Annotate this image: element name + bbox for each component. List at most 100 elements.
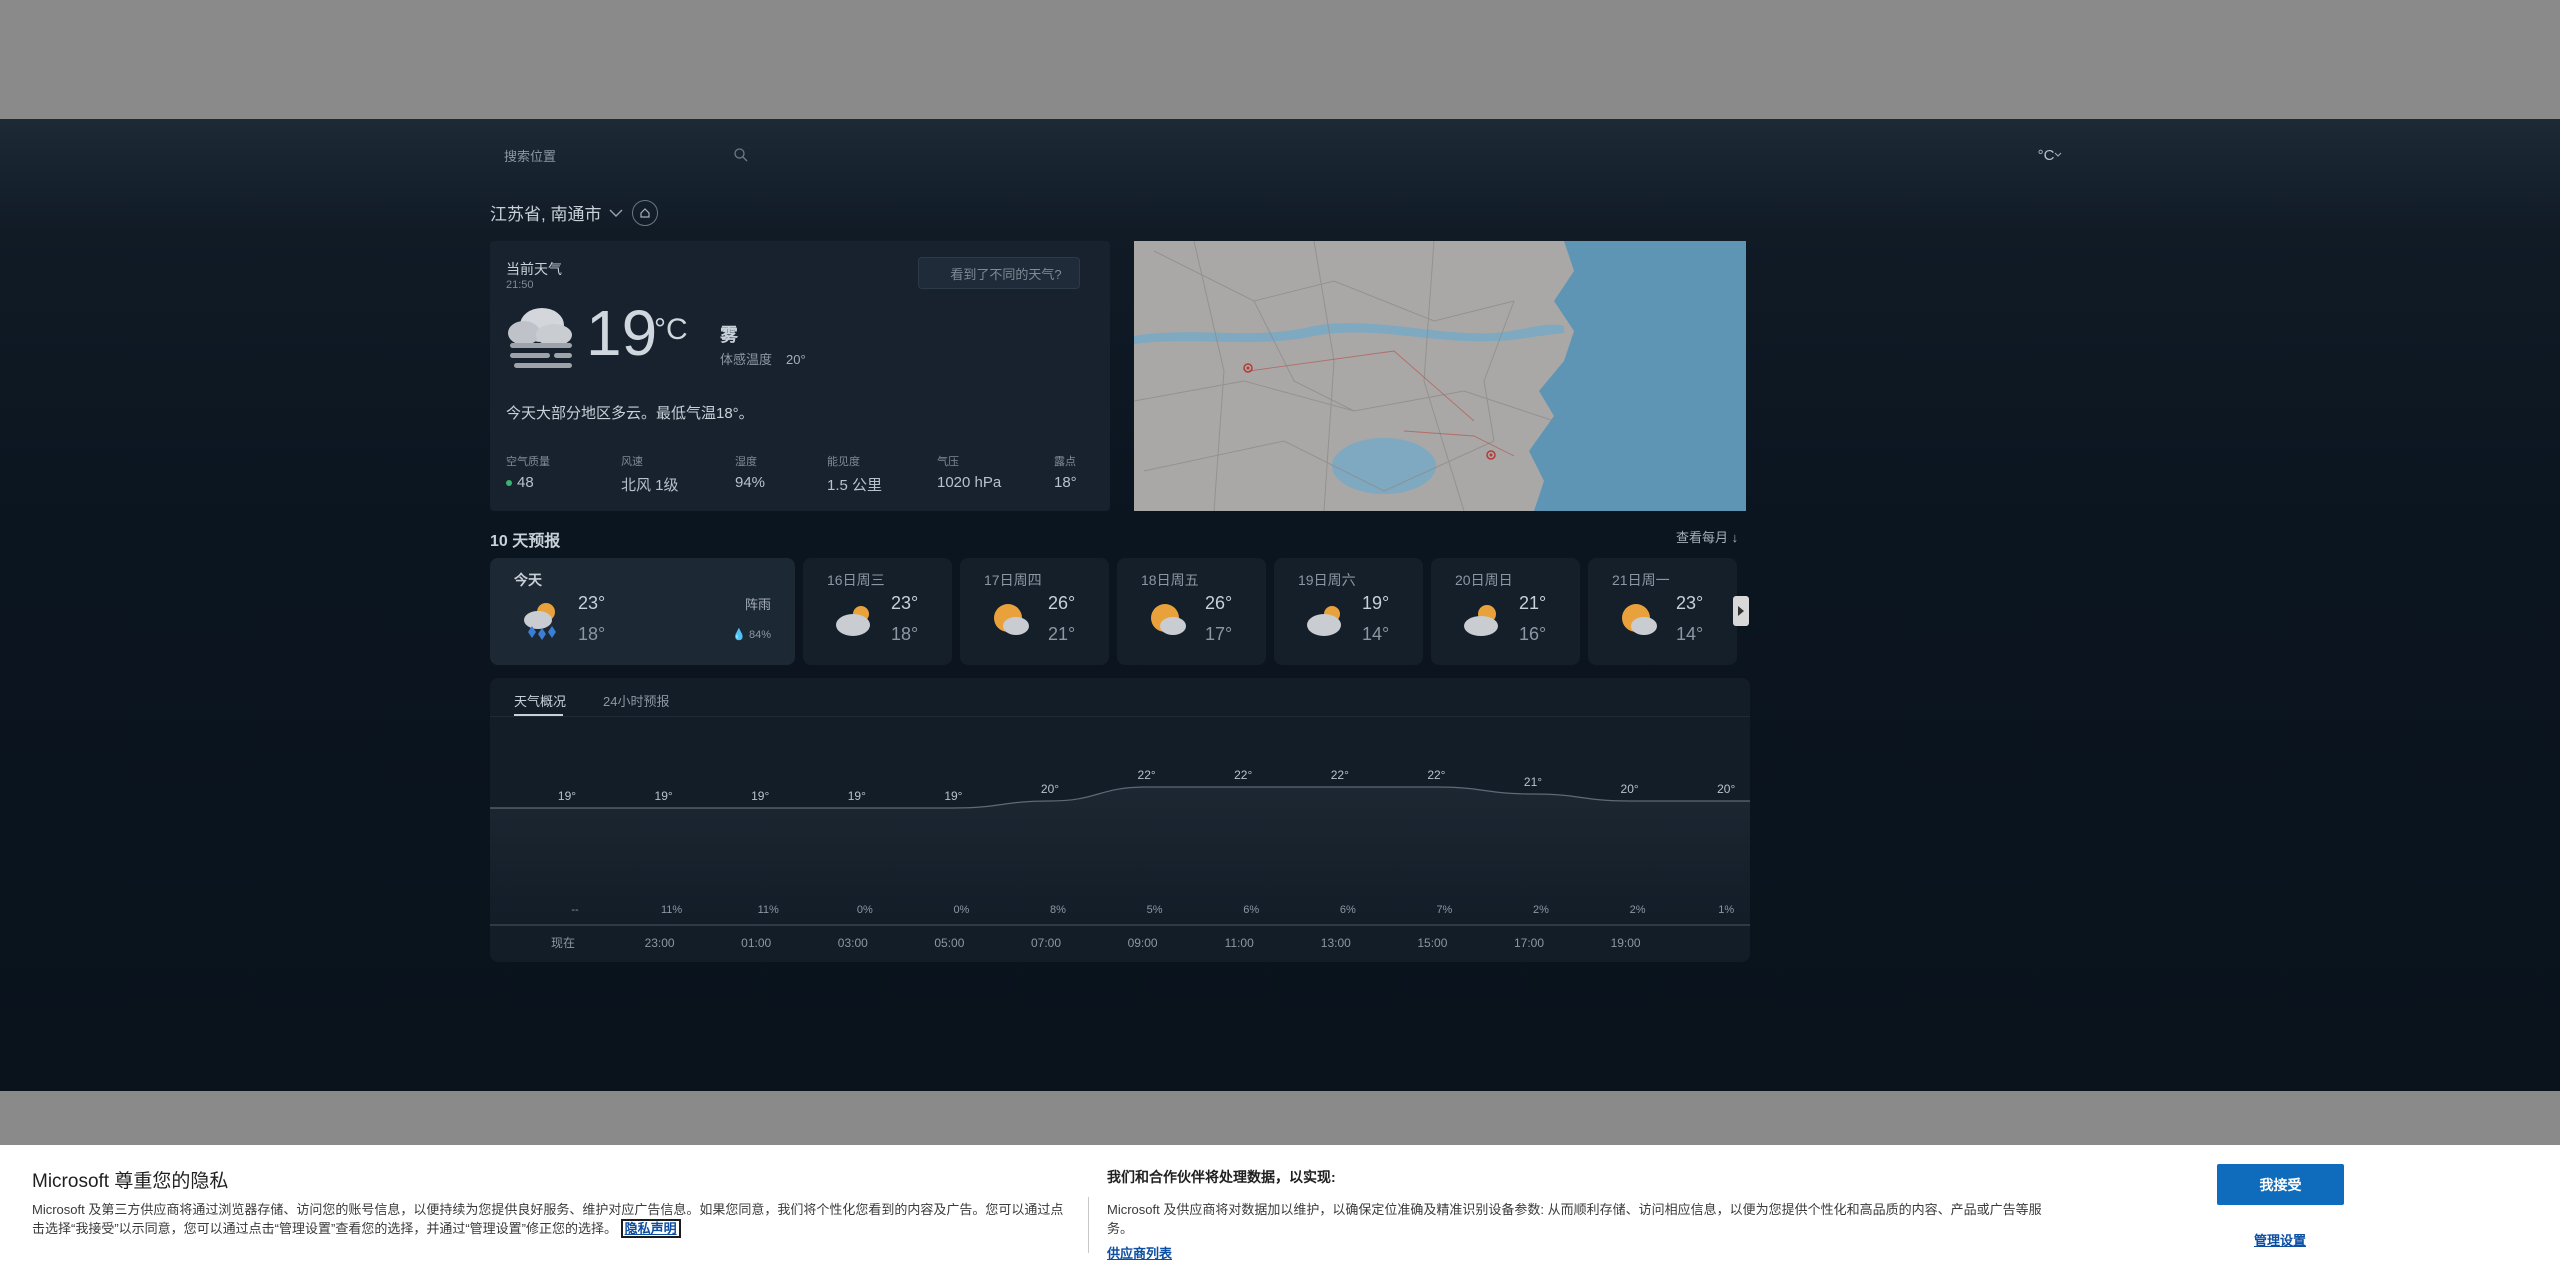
hour-label: 09:00 bbox=[1128, 936, 1158, 950]
precipitation-label: 0% bbox=[857, 904, 873, 916]
forecast-day[interactable]: 16日周三 23° 18° bbox=[803, 558, 952, 665]
day-high: 19° bbox=[1362, 593, 1390, 613]
search-input[interactable]: 搜索位置 bbox=[490, 140, 760, 170]
accept-button[interactable]: 我接受 bbox=[2217, 1164, 2344, 1205]
metric-air-quality[interactable]: 空气质量 48 bbox=[506, 453, 550, 491]
chevron-right-icon bbox=[1738, 606, 1744, 616]
temperature-label: 19° bbox=[655, 789, 673, 803]
hour-label: 13:00 bbox=[1321, 936, 1351, 950]
day-name: 18日周五 bbox=[1141, 572, 1199, 588]
precipitation-label: 2% bbox=[1533, 904, 1549, 916]
temperature-label: 19° bbox=[751, 789, 769, 803]
manage-settings-link[interactable]: 管理设置 bbox=[2254, 1230, 2306, 1249]
view-monthly-link[interactable]: 查看每月 ↓ bbox=[1676, 527, 1738, 546]
forecast-day-list: 今天 23° 18° 阵雨 💧 84% 16日周三 23° 18° 17日周四 bbox=[490, 558, 1756, 665]
privacy-statement-link[interactable]: 隐私声明 bbox=[620, 1219, 681, 1238]
feels-like: 体感温度 20° bbox=[720, 349, 806, 368]
precipitation-label: 6% bbox=[1340, 904, 1356, 916]
metric-value: 1020 hPa bbox=[937, 474, 1002, 491]
metric-value: 1.5 公里 bbox=[827, 477, 883, 494]
metric-humidity[interactable]: 湿度 94% bbox=[735, 453, 765, 491]
day-low: 14° bbox=[1362, 624, 1390, 644]
metric-label: 空气质量 bbox=[506, 456, 550, 468]
home-button[interactable] bbox=[632, 200, 658, 226]
privacy-title: Microsoft 尊重您的隐私 bbox=[32, 1171, 229, 1192]
chevron-down-icon bbox=[609, 209, 623, 217]
forecast-day[interactable]: 18日周五 26° 17° bbox=[1117, 558, 1266, 665]
metric-pressure[interactable]: 气压 1020 hPa bbox=[937, 453, 1001, 491]
day-low: 14° bbox=[1676, 624, 1704, 644]
fog-icon bbox=[508, 308, 572, 368]
current-weather-card: 当前天气 21:50 看到了不同的天气? 19 °C 雾 体感温度 20° 今天大… bbox=[490, 241, 1110, 511]
precipitation-label: 5% bbox=[1147, 904, 1163, 916]
hour-label: 23:00 bbox=[645, 936, 675, 950]
day-low: 18° bbox=[578, 624, 606, 644]
weather-map[interactable] bbox=[1134, 241, 1746, 511]
location-selector[interactable]: 江苏省, 南通市 bbox=[490, 200, 623, 225]
dimmed-top-area bbox=[0, 0, 2560, 119]
forecast-day[interactable]: 21日周一 23° 14° bbox=[1588, 558, 1737, 665]
partly-sunny-icon bbox=[994, 604, 1029, 635]
unit-selector[interactable]: °C bbox=[2030, 142, 2070, 168]
temperature-label: 22° bbox=[1427, 768, 1445, 782]
metric-label: 湿度 bbox=[735, 456, 757, 468]
day-high: 26° bbox=[1048, 593, 1076, 613]
day-condition: 阵雨 bbox=[744, 597, 771, 612]
temperature-label: 20° bbox=[1717, 782, 1735, 796]
day-name: 20日周日 bbox=[1455, 572, 1513, 588]
metric-label: 风速 bbox=[621, 456, 643, 468]
temperature-label: 19° bbox=[558, 789, 576, 803]
metric-label: 露点 bbox=[1054, 456, 1076, 468]
hour-label: 19:00 bbox=[1611, 936, 1641, 950]
temperature-area bbox=[490, 787, 1750, 918]
forecast-next-button[interactable] bbox=[1733, 596, 1749, 626]
metric-dew-point[interactable]: 露点 18° bbox=[1054, 453, 1077, 491]
data-processing-text: Microsoft 及供应商将对数据加以维护，以确保定位准确及精准识别设备参数:… bbox=[1107, 1202, 2042, 1236]
home-icon bbox=[640, 208, 650, 218]
day-name: 17日周四 bbox=[984, 572, 1042, 588]
partly-cloudy-icon bbox=[1464, 605, 1498, 636]
forecast-day[interactable]: 20日周日 21° 16° bbox=[1431, 558, 1580, 665]
current-weather-title: 当前天气 bbox=[506, 261, 562, 277]
precipitation-label: 6% bbox=[1243, 904, 1259, 916]
temperature-label: 22° bbox=[1234, 768, 1252, 782]
metric-visibility[interactable]: 能见度 1.5 公里 bbox=[827, 453, 882, 495]
forecast-day[interactable]: 19日周六 19° 14° bbox=[1274, 558, 1423, 665]
chevron-down-icon bbox=[2054, 152, 2062, 157]
precipitation-label: 1% bbox=[1718, 904, 1734, 916]
temperature-label: 22° bbox=[1331, 768, 1349, 782]
report-different-weather-button[interactable]: 看到了不同的天气? bbox=[918, 257, 1080, 289]
vendor-list-link[interactable]: 供应商列表 bbox=[1107, 1243, 1172, 1261]
search-icon[interactable] bbox=[733, 147, 749, 163]
search-placeholder: 搜索位置 bbox=[504, 148, 557, 164]
weather-metrics: 空气质量 48 风速 北风 1级 湿度 94% 能见度 1.5 公里 气压 10… bbox=[506, 453, 1078, 495]
hour-label: 01:00 bbox=[741, 936, 771, 950]
temperature-label: 19° bbox=[848, 789, 866, 803]
precipitation-label: 2% bbox=[1630, 904, 1646, 916]
day-low: 17° bbox=[1205, 624, 1233, 644]
metric-wind[interactable]: 风速 北风 1级 bbox=[621, 453, 679, 495]
precipitation-label: 11% bbox=[758, 904, 779, 916]
temperature-label: 19° bbox=[944, 789, 962, 803]
dimmed-strip bbox=[0, 1091, 2560, 1145]
day-name: 16日周三 bbox=[827, 572, 885, 588]
temperature-label: 21° bbox=[1524, 775, 1542, 789]
day-low: 18° bbox=[891, 624, 919, 644]
cloudy-icon bbox=[1307, 606, 1341, 636]
hourly-panel: 天气概况 24小时预报 19° -- 现在 19° 11% 23:00 19° 11% 01:0… bbox=[490, 678, 1750, 962]
forecast-day-today[interactable]: 今天 23° 18° 阵雨 💧 84% bbox=[490, 558, 795, 665]
privacy-text: Microsoft 及第三方供应商将通过浏览器存储、访问您的账号信息，以便持续为… bbox=[32, 1200, 1072, 1238]
data-processing-heading: 我们和合作伙伴将处理数据，以实现: bbox=[1107, 1169, 1336, 1185]
map-image bbox=[1134, 241, 1746, 511]
feels-like-value: 20° bbox=[786, 352, 806, 367]
current-temperature: 19 bbox=[586, 297, 658, 369]
temperature-label: 20° bbox=[1041, 782, 1059, 796]
metric-value: 48 bbox=[517, 474, 534, 491]
current-temperature-unit: °C bbox=[654, 313, 688, 346]
forecast-day[interactable]: 17日周四 26° 21° bbox=[960, 558, 1109, 665]
precipitation-label: 11% bbox=[661, 904, 682, 916]
day-name: 19日周六 bbox=[1298, 572, 1356, 588]
privacy-body: Microsoft 及第三方供应商将通过浏览器存储、访问您的账号信息，以便持续为… bbox=[32, 1202, 1064, 1236]
day-high: 21° bbox=[1519, 593, 1547, 613]
cloudy-icon bbox=[836, 606, 870, 636]
